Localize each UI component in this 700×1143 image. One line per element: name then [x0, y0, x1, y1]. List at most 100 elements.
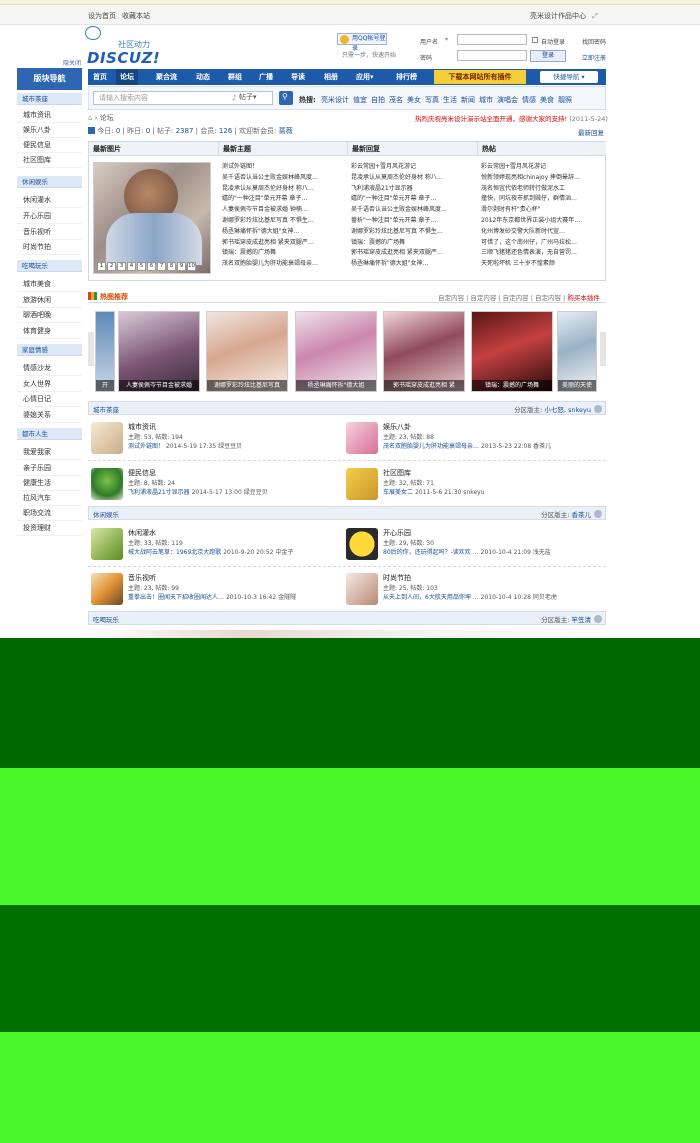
hot-keyword[interactable]: 美女	[407, 96, 421, 104]
sidebar-item[interactable]: 亲子乐园	[17, 461, 82, 476]
list-item[interactable]: 嬉的"一种注目"单元开幕 章子…	[351, 194, 475, 205]
sidebar-item[interactable]: 音乐视听	[17, 225, 82, 240]
list-item[interactable]: 昆凌承认从莫周杰伦好身材 称八…	[351, 173, 475, 184]
nav-dynamic[interactable]: 动态	[196, 69, 210, 85]
list-item[interactable]: 镇瑞：震撼的广场舞	[222, 248, 344, 259]
nav-apps[interactable]: 应用▾	[356, 69, 374, 85]
forum-icon[interactable]	[91, 422, 123, 454]
hot-keyword[interactable]: 自拍	[371, 96, 385, 104]
list-item[interactable]: 2012年东京都世界正装小组大赛年…	[481, 216, 603, 227]
hot-keyword[interactable]: 城市	[479, 96, 493, 104]
list-item[interactable]: 化州博发砂交警大队新时代宣…	[481, 227, 603, 238]
section-title[interactable]: 城市茶座	[93, 404, 119, 414]
page-button[interactable]: 4	[127, 262, 136, 271]
list-item[interactable]: 杨丞琳痛怀拆"德大姐"女神…	[222, 227, 344, 238]
forum-icon[interactable]	[91, 573, 123, 605]
nav-home[interactable]: 首页	[93, 69, 107, 85]
page-button[interactable]: 5	[137, 262, 146, 271]
sidebar-item[interactable]: 情感沙龙	[17, 361, 82, 376]
list-item[interactable]: 测试外链图！	[222, 162, 344, 173]
latest-replies-link[interactable]: 最新回复	[578, 127, 604, 137]
list-item[interactable]: 郭书瑶穿皮成逛亮相 紧夹双腿严…	[222, 238, 344, 249]
tab-custom[interactable]: 自定内容	[438, 294, 464, 302]
site-link[interactable]: 亮米设计作品中心	[530, 12, 586, 20]
sidebar-item[interactable]: 投资理财	[17, 521, 82, 536]
sidebar-item[interactable]: 便民信息	[17, 138, 82, 153]
sidebar-item[interactable]: 时尚节拍	[17, 240, 82, 255]
hot-keyword[interactable]: 亮米设计	[321, 96, 349, 104]
thumbnail[interactable]: 杨丞琳痛怀拆"德大姐	[295, 311, 377, 392]
sidebar-item[interactable]: 拉风汽车	[17, 491, 82, 506]
nav-guide[interactable]: 导读	[291, 69, 305, 85]
sidebar-group[interactable]: 休闲娱乐	[17, 176, 82, 188]
section-title[interactable]: 休闲娱乐	[93, 509, 119, 519]
site-logo[interactable]: 社区动力 DISCUZ!	[85, 26, 165, 67]
slideshow-image[interactable]: 1 2 3 4 5 6 7 8 9 10	[93, 162, 211, 274]
thumbnail[interactable]: 人妻侯佩岑节目金被求婚	[118, 311, 200, 392]
sidebar-item[interactable]: 健康生活	[17, 476, 82, 491]
sidebar-item[interactable]: 社区图库	[17, 153, 82, 168]
register-link[interactable]: 立即注册	[582, 53, 606, 62]
list-item[interactable]: 吴千语否认当公主败金娱林峰风度…	[222, 173, 344, 184]
hot-keyword[interactable]: 茂名	[389, 96, 403, 104]
forum-name[interactable]: 城市资讯	[128, 422, 156, 432]
nav-ranking[interactable]: 排行榜	[396, 69, 417, 85]
collapse-icon[interactable]	[594, 510, 602, 518]
section-header-food[interactable]: 吃喝玩乐 分区版主: 竿笠清	[88, 611, 606, 625]
sidebar-item[interactable]: 城市资讯	[17, 108, 82, 123]
sidebar-group[interactable]: 都市人生	[17, 428, 82, 440]
sidebar-item[interactable]: 我爱我家	[17, 445, 82, 460]
thumbnail[interactable]: 郭书瑶穿皮成逛亮相 紧	[383, 311, 465, 392]
hot-keyword[interactable]: 写真	[425, 96, 439, 104]
list-item[interactable]: 飞利浦液晶21寸显示器	[351, 184, 475, 195]
thumbnail[interactable]: 开	[95, 311, 115, 392]
list-item[interactable]: 三顺飞猪猪还色情表演，无自营罚…	[481, 248, 603, 259]
list-item[interactable]: 杨丞琳痛怀拆"德大姐"女神…	[351, 259, 475, 270]
forum-name[interactable]: 休闲灌水	[128, 528, 156, 538]
auto-login-checkbox[interactable]	[532, 37, 538, 43]
username-input[interactable]	[457, 34, 527, 45]
forum-name[interactable]: 音乐视听	[128, 573, 156, 583]
list-item[interactable]: 谢娜罗彩玲炫比基尼写真 不惧生…	[351, 227, 475, 238]
bookmark-link[interactable]: 收藏本站	[122, 12, 150, 20]
sidebar-item[interactable]: 旅游休闲	[17, 293, 82, 308]
list-item[interactable]: 彩云常园+雪月风花游记	[351, 162, 475, 173]
download-plugins-banner[interactable]: 下载本网站所有插件	[434, 70, 526, 84]
mic-icon[interactable]: ♪	[232, 94, 236, 102]
hot-keyword[interactable]: 靓照	[558, 96, 572, 104]
forum-name[interactable]: 开心乐园	[383, 528, 411, 538]
quick-nav-button[interactable]: 快捷导航 ▾	[540, 71, 598, 83]
sidebar-item[interactable]: 体育健身	[17, 324, 82, 339]
list-item[interactable]: 镇瑞：震撼的广场舞	[351, 238, 475, 249]
sidebar-item[interactable]: 休闲灌水	[17, 193, 82, 208]
nav-broadcast[interactable]: 广播	[259, 69, 273, 85]
nav-aggregate[interactable]: 聚合流	[156, 69, 177, 85]
list-item[interactable]: 悦新领婷现亮相chinajoy 摔倒晕辞…	[481, 173, 603, 184]
forum-name[interactable]: 时尚节拍	[383, 573, 411, 583]
sidebar-item[interactable]: 职场交流	[17, 506, 82, 521]
smiley-icon[interactable]	[346, 528, 378, 560]
home-icon[interactable]: ⌂	[88, 114, 92, 122]
forum-icon[interactable]	[346, 468, 378, 500]
list-item[interactable]: 谢娜罗彩玲炫比基尼写真 不惧生…	[222, 216, 344, 227]
sidebar-item[interactable]: 女人世界	[17, 377, 82, 392]
nav-forum[interactable]: 论坛	[116, 69, 138, 85]
set-homepage-link[interactable]: 设为首页	[88, 12, 116, 20]
password-input[interactable]	[457, 50, 527, 61]
hot-keyword[interactable]: 演唱会	[497, 96, 518, 104]
tab-custom[interactable]: 自定内容	[470, 294, 496, 302]
sidebar-item[interactable]: 心情日记	[17, 392, 82, 407]
list-item[interactable]: 滑尔剥时有杆"贵心杯"	[481, 205, 603, 216]
hot-keyword[interactable]: 美食	[540, 96, 554, 104]
list-item[interactable]: 天死啦坏机 三十岁不惶素颜	[481, 259, 603, 270]
collapse-icon[interactable]	[594, 405, 602, 413]
sidebar-group[interactable]: 家庭情感	[17, 344, 82, 356]
nav-album[interactable]: 相册	[324, 69, 338, 85]
scroll-left-arrow[interactable]	[88, 332, 94, 366]
nav-groups[interactable]: 群组	[228, 69, 242, 85]
section-header-leisure[interactable]: 休闲娱乐 分区版主: 香茶儿	[88, 506, 606, 520]
list-item[interactable]: 嬉的"一种注目"单元开幕 章子…	[222, 194, 344, 205]
collapse-icon[interactable]	[594, 615, 602, 623]
list-item[interactable]: 蔷析"一种注目"单元开幕 章子…	[351, 216, 475, 227]
list-item[interactable]: 郭书瑶穿皮成逛亮相 紧夹双腿严…	[351, 248, 475, 259]
